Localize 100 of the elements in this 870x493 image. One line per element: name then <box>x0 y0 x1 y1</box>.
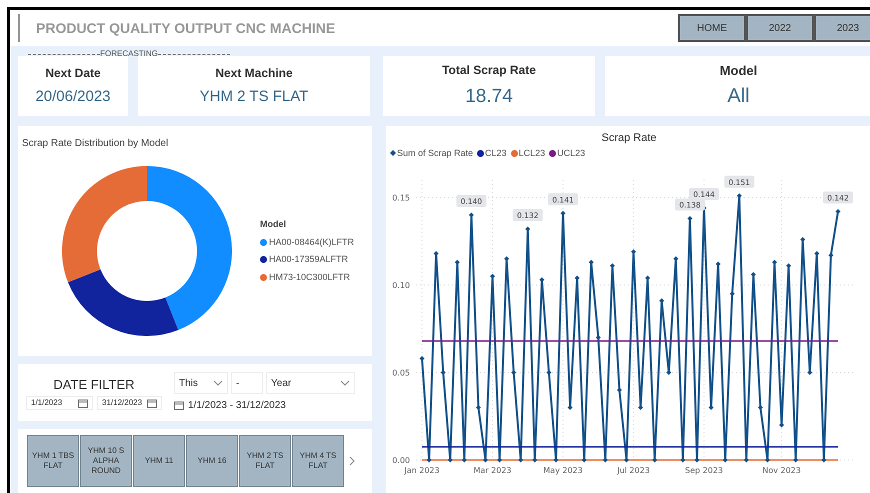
data-point <box>765 458 770 462</box>
data-point <box>722 458 728 462</box>
x-tick-label: Jul 2023 <box>617 466 650 475</box>
data-point <box>624 458 629 462</box>
data-point <box>750 272 756 277</box>
x-tick-label: Jan 2023 <box>404 466 440 475</box>
calendar-icon <box>147 398 157 408</box>
x-tick-label: Mar 2023 <box>474 466 512 475</box>
data-point <box>539 277 544 282</box>
data-point <box>814 251 820 256</box>
data-point <box>645 276 650 280</box>
chevron-right-icon[interactable] <box>349 456 355 466</box>
unit-dropdown[interactable]: Year <box>266 372 355 394</box>
data-point <box>588 260 594 265</box>
data-point <box>821 458 826 462</box>
data-point <box>800 237 806 242</box>
relative-dropdown[interactable]: This <box>174 372 228 394</box>
data-point <box>490 274 495 279</box>
data-point <box>610 263 615 268</box>
data-point <box>546 370 552 375</box>
data-point <box>420 356 424 361</box>
data-point <box>476 405 481 410</box>
data-point <box>574 276 580 280</box>
x-tick-label: May 2023 <box>543 466 583 475</box>
y-tick-label: 0.05 <box>392 368 410 378</box>
data-point <box>602 458 608 462</box>
data-point <box>652 458 658 462</box>
start-date-field[interactable]: 1/1/2023 <box>26 396 93 410</box>
data-point <box>497 458 502 462</box>
data-point <box>730 291 735 296</box>
data-point <box>736 193 742 198</box>
date-range-text: 1/1/2023 - 31/12/2023 <box>188 399 286 413</box>
data-point <box>553 458 558 462</box>
data-point <box>786 263 792 268</box>
chart-title: Scrap Rate Distribution by Model <box>22 138 168 149</box>
legend-title: Model <box>260 218 287 231</box>
chevron-down-icon <box>213 380 223 386</box>
calendar-icon <box>78 398 88 408</box>
card-label: Total Scrap Rate <box>442 62 536 79</box>
data-point <box>525 226 530 232</box>
end-date-field[interactable]: 31/12/2023 <box>97 396 162 410</box>
data-point <box>596 335 601 340</box>
card-label: Model <box>720 62 758 80</box>
data-point <box>828 252 834 258</box>
data-point <box>807 370 812 375</box>
data-point <box>582 458 587 462</box>
nav-button[interactable]: 2023 <box>814 14 870 42</box>
data-point <box>426 458 432 462</box>
machine-button[interactable]: YHM 2 TS FLAT <box>239 435 291 487</box>
data-point <box>440 370 446 375</box>
data-point <box>504 256 510 262</box>
data-point <box>659 298 664 304</box>
card-value: All <box>727 84 750 109</box>
calendar-icon <box>174 401 184 410</box>
card-label: Next Machine <box>215 64 293 82</box>
data-point <box>744 458 749 462</box>
data-point <box>454 260 460 265</box>
data-point <box>631 249 636 254</box>
data-point <box>687 216 692 221</box>
machine-button[interactable]: YHM 1 TBS FLAT <box>27 435 79 487</box>
data-point <box>708 405 714 410</box>
data-point <box>560 210 566 216</box>
page-title: PRODUCT QUALITY OUTPUT CNC MACHINE <box>36 18 336 38</box>
legend-label: Sum of Scrap Rate <box>397 146 474 160</box>
x-tick-label: Nov 2023 <box>762 466 801 475</box>
nav-button[interactable]: 2022 <box>746 14 814 42</box>
y-tick-label: 0.10 <box>392 281 410 290</box>
data-point <box>779 422 784 428</box>
chevron-down-icon <box>340 380 350 386</box>
data-point <box>836 209 840 214</box>
machine-button[interactable]: YHM 10 S ALPHA ROUND <box>80 435 132 487</box>
nav-button[interactable]: HOME <box>678 14 746 42</box>
data-point <box>518 458 524 462</box>
legend-label: LCL23 <box>518 146 546 160</box>
machine-button[interactable]: YHM 11 <box>133 435 185 487</box>
machine-button[interactable]: YHM 4 TS FLAT <box>292 435 344 487</box>
legend-label: HA00-17359ALFTR <box>269 253 348 266</box>
y-tick-label: 0.00 <box>392 456 410 465</box>
data-point <box>666 370 672 375</box>
legend-label: HM73-10C300LFTR <box>269 270 350 284</box>
data-point <box>462 458 467 462</box>
data-point <box>793 458 798 462</box>
forecasting-label: FORECASTING <box>100 50 158 58</box>
chart-title: Scrap Rate <box>601 131 657 146</box>
data-point <box>772 260 778 265</box>
data-point <box>694 458 700 462</box>
x-tick-label: Sep 2023 <box>685 466 724 475</box>
data-point <box>568 405 573 410</box>
count-field[interactable]: - <box>231 372 263 394</box>
data-point <box>468 212 474 218</box>
card-value: 20/06/2023 <box>35 86 111 107</box>
data-point <box>482 458 488 462</box>
card-value: YHM 2 TS FLAT <box>200 86 308 107</box>
machine-button[interactable]: YHM 16 <box>186 435 238 487</box>
data-point <box>680 458 686 462</box>
data-point <box>638 405 644 410</box>
legend-label: CL23 <box>485 146 507 160</box>
legend-label: UCL23 <box>557 146 586 160</box>
filter-title: DATE FILTER <box>53 376 135 394</box>
data-point <box>673 256 678 262</box>
